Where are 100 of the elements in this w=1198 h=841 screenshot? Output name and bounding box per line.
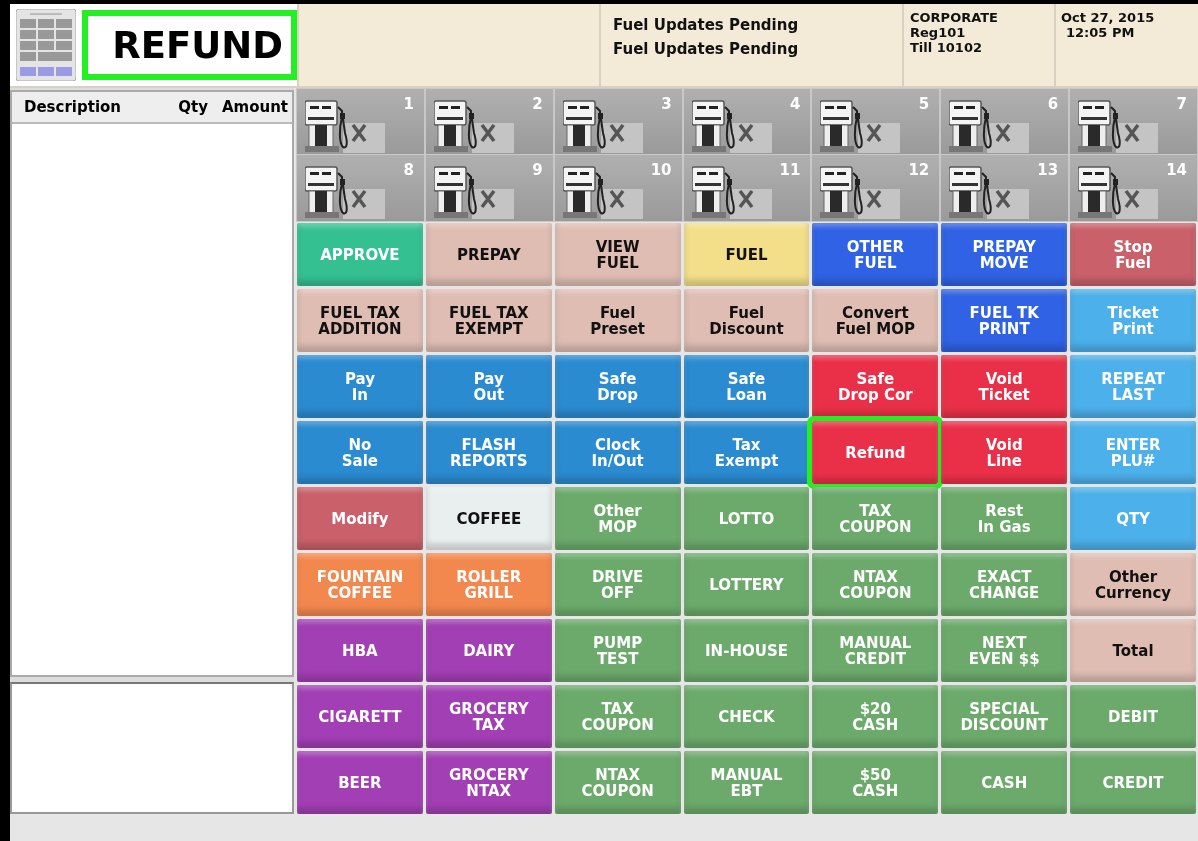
function-key[interactable]: Other Currency	[1070, 553, 1196, 616]
function-key[interactable]: PUMP TEST	[554, 619, 681, 682]
function-key[interactable]: LOTTERY	[683, 553, 810, 616]
register-info: Reg101	[910, 25, 967, 40]
pump-number: 1	[403, 95, 414, 113]
function-key[interactable]: VIEW FUEL	[554, 223, 681, 286]
column-label: Qty	[178, 98, 208, 116]
status-message: Fuel Updates Pending	[613, 16, 800, 34]
function-key[interactable]: MANUAL EBT	[683, 751, 810, 814]
pump-number: 2	[532, 95, 543, 113]
function-key[interactable]: FUEL	[683, 223, 810, 286]
pump-button[interactable]: 12	[811, 154, 941, 222]
pump-button[interactable]: 6	[940, 88, 1070, 156]
function-key[interactable]: NTAX COUPON	[812, 553, 939, 616]
function-key[interactable]: ROLLER GRILL	[425, 553, 552, 616]
function-key[interactable]: Clock In/Out	[554, 421, 681, 484]
function-key[interactable]: GROCERY TAX	[425, 685, 552, 748]
function-key[interactable]: Pay Out	[425, 355, 552, 418]
function-key[interactable]: FOUNTAIN COFFEE	[297, 553, 423, 616]
function-key[interactable]: Void Line	[941, 421, 1068, 484]
pump-button[interactable]: 13	[940, 154, 1070, 222]
function-key[interactable]: APPROVE	[297, 223, 423, 286]
function-key[interactable]: TAX COUPON	[554, 685, 681, 748]
fuel-pump-icon	[820, 99, 901, 153]
function-key[interactable]: FUEL TAX ADDITION	[297, 289, 423, 352]
function-key[interactable]: MANUAL CREDIT	[812, 619, 939, 682]
function-key[interactable]: HBA	[297, 619, 423, 682]
fuel-pump-icon	[305, 99, 385, 153]
function-key[interactable]: FUEL TK PRINT	[941, 289, 1068, 352]
pump-button[interactable]: 4	[682, 88, 812, 156]
function-key[interactable]: PREPAY MOVE	[941, 223, 1068, 286]
function-key[interactable]: Safe Drop	[554, 355, 681, 418]
function-key[interactable]: Pay In	[297, 355, 423, 418]
function-key[interactable]: IN-HOUSE	[683, 619, 810, 682]
fuel-pump-icon	[1078, 165, 1159, 219]
function-key[interactable]: Void Ticket	[941, 355, 1068, 418]
function-key[interactable]: No Sale	[297, 421, 423, 484]
function-key[interactable]: BEER	[297, 751, 423, 814]
function-key[interactable]: TAX COUPON	[812, 487, 939, 550]
transaction-title: REFUND	[82, 10, 297, 80]
function-key[interactable]: $50 CASH	[812, 751, 939, 814]
function-key[interactable]: Modify	[297, 487, 423, 550]
function-key[interactable]: Ticket Print	[1070, 289, 1196, 352]
function-key[interactable]: DAIRY	[425, 619, 552, 682]
date-text: Oct 27, 2015	[1061, 10, 1156, 25]
function-key[interactable]: Safe Loan	[683, 355, 810, 418]
function-key[interactable]: Other MOP	[554, 487, 681, 550]
function-key[interactable]: Fuel Discount	[683, 289, 810, 352]
pump-button[interactable]: 2	[424, 88, 554, 156]
fuel-pump-icon	[433, 165, 514, 219]
function-key[interactable]: Tax Exempt	[683, 421, 810, 484]
function-key[interactable]: CHECK	[683, 685, 810, 748]
pump-button[interactable]: 9	[424, 154, 554, 222]
function-key[interactable]: Fuel Preset	[554, 289, 681, 352]
function-key[interactable]: EXACT CHANGE	[941, 553, 1068, 616]
column-label: Amount	[221, 98, 288, 116]
function-key[interactable]: Stop Fuel	[1070, 223, 1196, 286]
function-key[interactable]: NEXT EVEN $$	[941, 619, 1068, 682]
pump-number: 6	[1047, 95, 1059, 113]
function-key[interactable]: LOTTO	[683, 487, 810, 550]
function-key[interactable]: NTAX COUPON	[554, 751, 681, 814]
function-key[interactable]: SPECIAL DISCOUNT	[941, 685, 1068, 748]
pump-button[interactable]: 7	[1069, 88, 1198, 156]
pump-button[interactable]: 11	[682, 154, 812, 222]
function-key[interactable]: Total	[1070, 619, 1196, 682]
fuel-pump-icon	[562, 99, 643, 153]
pump-button[interactable]: 3	[553, 88, 683, 156]
function-key[interactable]: COFFEE	[425, 487, 552, 550]
function-key[interactable]: PREPAY	[425, 223, 552, 286]
register-info: Till 10102	[910, 40, 983, 55]
function-key[interactable]: DEBIT	[1070, 685, 1196, 748]
pump-number: 3	[661, 95, 672, 113]
function-key[interactable]: CREDIT	[1070, 751, 1196, 814]
pump-button[interactable]: 14	[1069, 154, 1198, 222]
function-key[interactable]: DRIVE OFF	[554, 553, 681, 616]
function-key[interactable]: ENTER PLU#	[1070, 421, 1196, 484]
function-key[interactable]: Safe Drop Cor	[812, 355, 939, 418]
function-key[interactable]: FLASH REPORTS	[425, 421, 552, 484]
register-info: CORPORATE	[910, 10, 999, 25]
function-key[interactable]: Rest In Gas	[941, 487, 1068, 550]
function-key[interactable]: CIGARETT	[297, 685, 423, 748]
function-key[interactable]: $20 CASH	[812, 685, 939, 748]
fuel-pump-icon	[562, 165, 643, 219]
keypad-icon[interactable]	[16, 9, 76, 81]
function-key[interactable]: OTHER FUEL	[812, 223, 939, 286]
pump-button[interactable]: 1	[296, 88, 425, 156]
function-key[interactable]: REPEAT LAST	[1070, 355, 1196, 418]
fuel-pump-icon	[949, 99, 1030, 153]
pump-button[interactable]: 10	[553, 154, 683, 222]
pump-button[interactable]: 5	[811, 88, 941, 156]
function-key[interactable]: QTY	[1070, 487, 1196, 550]
function-key[interactable]: CASH	[941, 751, 1068, 814]
function-key[interactable]: FUEL TAX EXEMPT	[425, 289, 552, 352]
fuel-pump-icon	[1078, 99, 1159, 153]
pump-number: 4	[790, 95, 801, 113]
function-key[interactable]: Convert Fuel MOP	[812, 289, 939, 352]
pump-button[interactable]: 8	[296, 154, 425, 222]
function-key[interactable]: GROCERY NTAX	[425, 751, 552, 814]
pump-number: 14	[1166, 161, 1187, 179]
fuel-pump-icon	[691, 165, 772, 219]
